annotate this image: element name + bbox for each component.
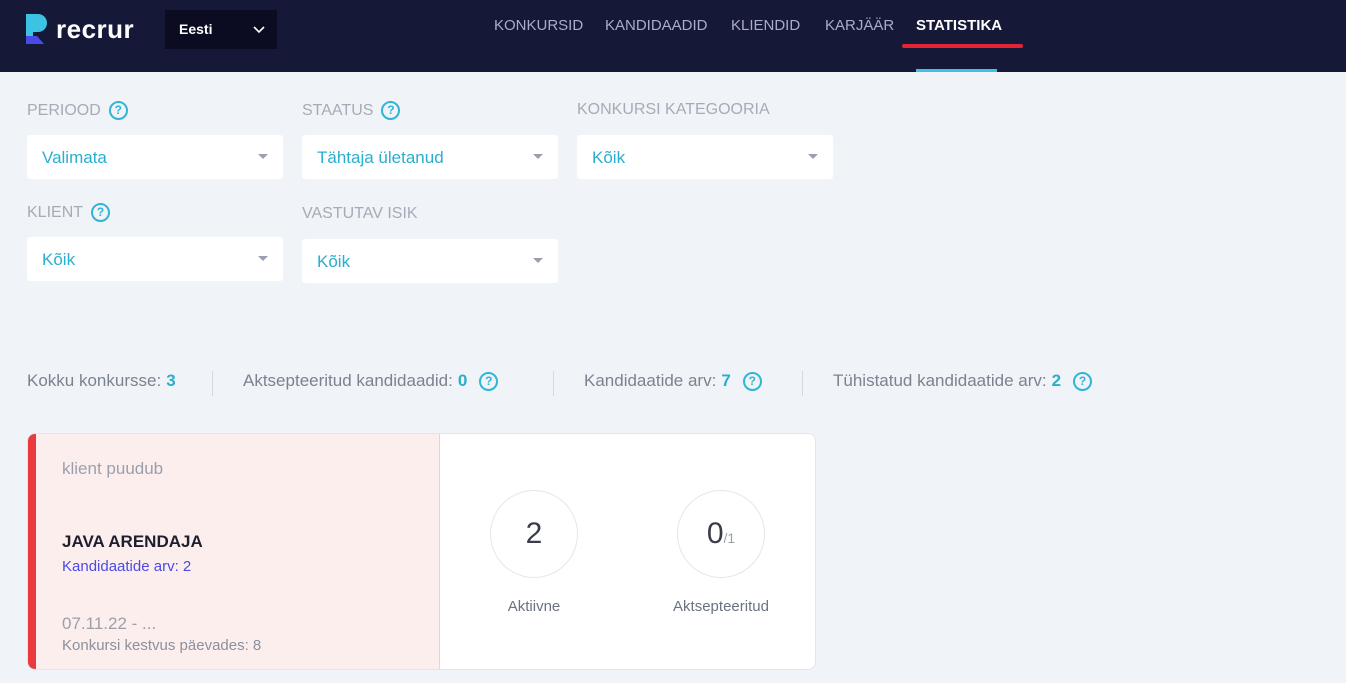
stat-candidates-label: Kandidaatide arv: — [584, 371, 717, 390]
nav-konkursid[interactable]: KONKURSID — [494, 17, 583, 34]
status-select-value: Tähtaja ületanud — [317, 148, 444, 167]
help-icon[interactable]: ? — [1073, 371, 1093, 391]
responsible-select-value: Kõik — [317, 252, 351, 271]
filter-client-label-text: KLIENT — [27, 203, 84, 221]
contest-card-info: klient puudub JAVA ARENDAJA Kandidaatide… — [28, 434, 440, 669]
stat-divider — [553, 371, 554, 396]
filter-label-client: KLIENT ? — [27, 203, 111, 222]
nav-kandidaadid[interactable]: KANDIDAADID — [605, 17, 708, 34]
caret-down-icon — [258, 154, 268, 159]
help-icon[interactable]: ? — [381, 101, 401, 120]
stat-divider — [802, 371, 803, 396]
stat-accepted-candidates: Aktsepteeritud kandidaadid: 0 ? — [243, 371, 499, 391]
active-count-circle: 2 — [490, 490, 578, 578]
stat-total-label: Kokku konkursse: — [27, 371, 162, 390]
nav-statistika[interactable]: STATISTIKA — [916, 17, 1002, 34]
brand-logo[interactable]: recrur — [26, 14, 134, 44]
caret-down-icon — [808, 154, 818, 159]
period-select-value: Valimata — [42, 148, 107, 167]
recrur-logo-icon — [26, 14, 48, 44]
filter-category-label-text: KONKURSI KATEGOORIA — [577, 101, 770, 118]
stat-cancelled-label: Tühistatud kandidaatide arv: — [833, 371, 1047, 390]
language-value: Eesti — [179, 21, 213, 37]
help-icon[interactable]: ? — [91, 203, 111, 222]
accepted-count-circle: 0/1 — [677, 490, 765, 578]
category-select-value: Kõik — [592, 148, 626, 167]
brand-name: recrur — [56, 13, 135, 44]
stat-cancelled-candidates: Tühistatud kandidaatide arv: 2 ? — [833, 371, 1093, 391]
filter-status-label-text: STAATUS — [302, 101, 374, 119]
active-count-value: 2 — [525, 517, 543, 550]
filter-label-period: PERIOOD ? — [27, 101, 128, 120]
stat-accepted-label: Aktsepteeritud kandidaadid: — [243, 371, 453, 390]
help-icon[interactable]: ? — [479, 371, 499, 391]
accepted-count-total: /1 — [723, 530, 736, 546]
nav-karjaar[interactable]: KARJÄÄR — [825, 17, 894, 34]
nav-kliendid[interactable]: KLIENDID — [731, 17, 800, 34]
stat-total-value: 3 — [166, 371, 176, 390]
language-select[interactable]: Eesti — [165, 10, 277, 49]
category-select[interactable]: Kõik — [577, 135, 833, 179]
help-icon[interactable]: ? — [108, 101, 128, 120]
caret-down-icon — [533, 258, 543, 263]
chevron-down-icon — [253, 22, 265, 38]
stat-divider — [212, 371, 213, 396]
contest-card[interactable]: klient puudub JAVA ARENDAJA Kandidaatide… — [27, 433, 816, 670]
stat-candidate-count: Kandidaatide arv: 7 ? — [584, 371, 762, 391]
active-count-label: Aktiivne — [507, 598, 561, 615]
period-select[interactable]: Valimata — [27, 135, 283, 179]
caret-down-icon — [533, 154, 543, 159]
active-nav-underline — [902, 44, 1023, 48]
stat-accepted-value: 0 — [457, 371, 468, 390]
client-select[interactable]: Kõik — [27, 237, 283, 281]
client-select-value: Kõik — [42, 250, 76, 269]
stat-cancelled-value: 2 — [1051, 371, 1062, 390]
accepted-count-label: Aktsepteeritud — [673, 598, 769, 615]
filter-label-status: STAATUS ? — [302, 101, 401, 120]
responsible-select[interactable]: Kõik — [302, 239, 558, 283]
stat-candidates-value: 7 — [721, 371, 731, 390]
contest-duration: Konkursi kestvus päevades: 8 — [62, 637, 262, 654]
contest-dates: 07.11.22 - ... — [62, 614, 157, 633]
filter-period-label-text: PERIOOD — [27, 101, 101, 119]
status-select[interactable]: Tähtaja ületanud — [302, 135, 558, 179]
help-icon[interactable]: ? — [742, 371, 762, 391]
active-nav-indicator — [916, 69, 997, 72]
contest-client: klient puudub — [62, 459, 164, 478]
contest-title[interactable]: JAVA ARENDAJA — [62, 532, 203, 552]
top-navigation-bar: recrur Eesti KONKURSID KANDIDAADID KLIEN… — [0, 0, 1346, 72]
caret-down-icon — [258, 256, 268, 261]
contest-candidate-count: Kandidaatide arv: 2 — [62, 558, 192, 575]
filter-label-category: KONKURSI KATEGOORIA — [577, 101, 770, 119]
stat-total-contests: Kokku konkursse: 3 — [27, 371, 176, 391]
accepted-count-value: 0 — [706, 517, 724, 550]
filter-label-responsible: VASTUTAV ISIK — [302, 205, 418, 223]
filter-responsible-label-text: VASTUTAV ISIK — [302, 205, 418, 222]
